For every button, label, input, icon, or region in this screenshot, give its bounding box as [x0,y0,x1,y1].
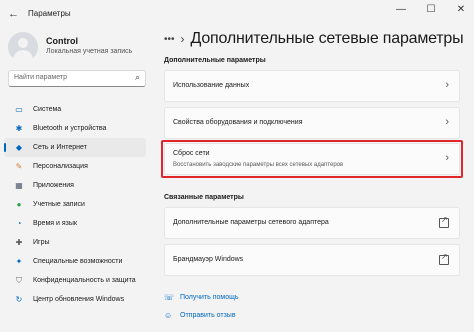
card-label: Дополнительные параметры сетевого адапте… [173,219,329,226]
link-label: Отправить отзыв [180,312,236,319]
window-controls: — ☐ ✕ [394,4,468,15]
sidebar-item-3[interactable]: ✎ Персонализация [0,157,150,176]
search-placeholder: Найти параметр [14,74,67,81]
maximize-button[interactable]: ☐ [424,4,438,15]
sidebar-nav: ▭ Система ✱ Bluetooth и устройства ◆ Сеть и И… [0,100,150,309]
external-link-icon [439,215,449,228]
profile-account-type: Локальная учетная запись [46,48,133,55]
globe-clock-icon: ◔ [16,219,22,228]
card-adapter-options[interactable]: Дополнительные параметры сетевого адапте… [164,207,460,239]
card-label: Брандмауэр Windows [173,256,244,263]
avatar-head [18,38,28,48]
monitor-icon: ▭ [15,105,23,114]
sidebar-item-8[interactable]: ✦ Специальные возможности [0,252,150,271]
sidebar-item-label: Bluetooth и устройства [33,125,107,132]
gamepad-icon: ✚ [15,238,23,247]
search-input[interactable]: Найти параметр ⌕ [8,70,146,87]
help-icon: ☏ [164,293,175,302]
profile-name: Control [46,36,78,46]
card-label: Использование данных [173,82,250,89]
minimize-button[interactable]: — [394,4,408,15]
sidebar-item-10[interactable]: ↻ Центр обновления Windows [0,290,150,309]
card-data-usage[interactable]: Использование данных › [164,70,460,102]
sidebar-item-9[interactable]: ⛉ Конфиденциальность и защита [0,271,150,290]
sidebar-item-label: Центр обновления Windows [33,296,125,303]
sidebar-item-1[interactable]: ✱ Bluetooth и устройства [0,119,150,138]
breadcrumb-overflow[interactable]: ••• [164,34,175,45]
avatar-body [13,50,33,62]
close-button[interactable]: ✕ [454,4,468,15]
apps-icon: ▦ [15,181,23,190]
card-windows-firewall[interactable]: Брандмауэр Windows [164,244,460,276]
section-title-related: Связанные параметры [164,194,244,201]
feedback-icon: ☺ [164,311,173,320]
sidebar-item-2[interactable]: ◆ Сеть и Интернет [4,138,146,157]
get-help-link[interactable]: ☏ Получить помощь [164,293,239,302]
external-link-icon [439,252,449,265]
card-label: Свойства оборудования и подключения [173,119,303,126]
network-icon: ◆ [15,143,23,152]
link-label: Получить помощь [180,294,239,301]
search-icon[interactable]: ⌕ [135,72,140,83]
sidebar-item-label: Персонализация [33,163,88,170]
page-title: Дополнительные сетевые параметры [190,30,464,47]
sidebar-item-label: Учетные записи [33,201,85,208]
chevron-right-icon: › [445,79,449,91]
highlight-frame [161,140,463,178]
sidebar-item-label: Игры [33,239,50,246]
breadcrumb: ••• › Дополнительные сетевые параметры [164,30,464,48]
sidebar-item-0[interactable]: ▭ Система [0,100,150,119]
sidebar-item-label: Система [33,106,62,113]
title-bar: ← Параметры — ☐ ✕ [0,0,474,28]
send-feedback-link[interactable]: ☺ Отправить отзыв [164,311,236,320]
sidebar-item-label: Специальные возможности [33,258,123,265]
breadcrumb-chevron-icon: › [180,32,185,46]
window-title: Параметры [28,9,71,18]
shield-icon: ⛉ [16,275,22,285]
sidebar-item-label: Приложения [33,182,74,189]
sidebar-item-label: Конфиденциальность и защита [33,277,136,284]
sidebar-item-label: Сеть и Интернет [33,144,87,151]
sidebar-item-label: Время и язык [33,220,77,227]
update-icon: ↻ [15,295,23,304]
sidebar-item-7[interactable]: ✚ Игры [0,233,150,252]
avatar[interactable] [8,32,38,62]
bluetooth-icon: ✱ [15,124,23,133]
card-hardware-properties[interactable]: Свойства оборудования и подключения › [164,107,460,139]
chevron-right-icon: › [445,116,449,128]
back-arrow-icon[interactable]: ← [8,8,19,20]
sidebar-item-6[interactable]: ◔ Время и язык [0,214,150,233]
section-title-advanced: Дополнительные параметры [164,57,266,64]
accessibility-icon: ✦ [15,257,23,266]
brush-icon: ✎ [15,162,23,171]
sidebar-item-4[interactable]: ▦ Приложения [0,176,150,195]
person-icon: ● [16,200,22,209]
sidebar-item-5[interactable]: ● Учетные записи [0,195,150,214]
